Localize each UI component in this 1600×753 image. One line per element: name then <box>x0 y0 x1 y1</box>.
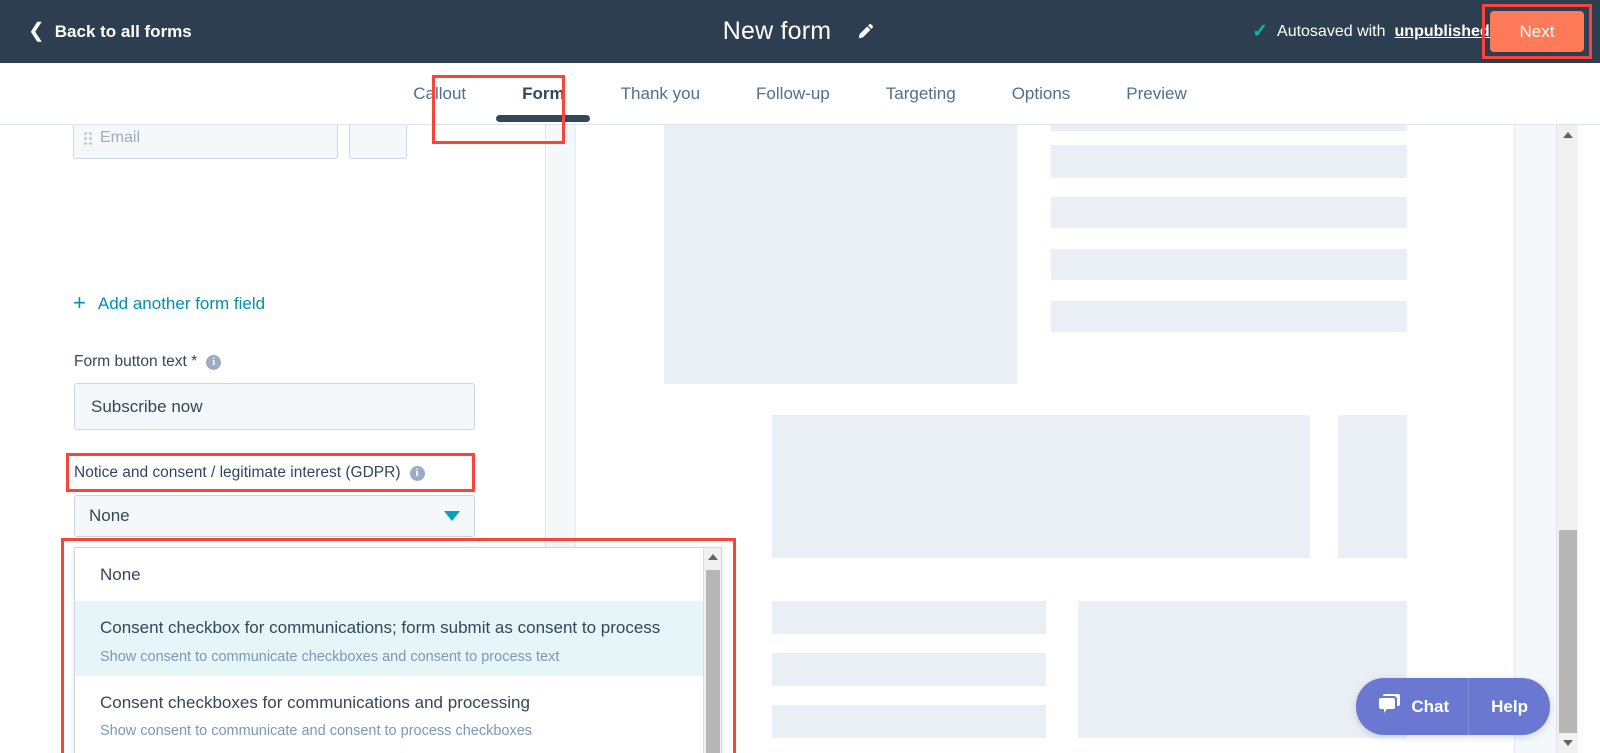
chat-label: Chat <box>1411 696 1450 716</box>
tab-options[interactable]: Options <box>984 63 1099 104</box>
gdpr-label: Notice and consent / legitimate interest… <box>74 464 401 481</box>
tab-thank-you[interactable]: Thank you <box>593 63 728 104</box>
chevron-down-icon <box>444 511 460 521</box>
tab-bar: Callout Form Thank you Follow-up Targeti… <box>0 63 1600 125</box>
info-icon[interactable]: i <box>409 465 425 481</box>
gdpr-select[interactable]: None <box>74 495 475 537</box>
chevron-left-icon: ❮ <box>28 19 45 42</box>
form-editor-panel: Email + Add another form field Form butt… <box>0 125 736 753</box>
window-scrollbar[interactable] <box>1556 125 1578 753</box>
info-icon[interactable]: i <box>206 354 222 370</box>
chat-bubble-icon <box>1378 693 1401 720</box>
add-another-form-field-link[interactable]: + Add another form field <box>73 290 266 315</box>
back-to-all-forms-link[interactable]: ❮ Back to all forms <box>28 19 192 42</box>
skeleton-block <box>664 125 1017 384</box>
tab-targeting[interactable]: Targeting <box>858 63 984 104</box>
add-another-form-field-label: Add another form field <box>97 294 266 313</box>
email-field-label: Email <box>100 129 141 146</box>
dropdown-option-subtitle: Show consent to communicate checkboxes a… <box>100 648 560 665</box>
skeleton-block <box>1051 125 1407 131</box>
field-action-chip[interactable] <box>349 125 407 159</box>
skeleton-block <box>1051 145 1407 178</box>
skeleton-block <box>1051 197 1407 228</box>
scroll-down-arrow-icon[interactable] <box>1557 733 1578 753</box>
autosave-prefix-label: Autosaved with <box>1277 22 1386 40</box>
top-header-bar: ❮ Back to all forms New form ✓ Autosaved… <box>0 0 1600 63</box>
help-label: Help <box>1491 696 1528 716</box>
gdpr-dropdown-list[interactable]: None Consent checkbox for communications… <box>74 547 722 753</box>
pencil-icon[interactable] <box>853 20 877 44</box>
skeleton-block <box>772 653 1046 686</box>
back-to-all-forms-label: Back to all forms <box>54 21 192 41</box>
form-button-text-label: Form button text * <box>74 353 198 370</box>
email-field-chip[interactable]: Email <box>73 125 338 159</box>
check-icon: ✓ <box>1252 21 1269 42</box>
tab-follow-up[interactable]: Follow-up <box>728 63 858 104</box>
drag-handle-icon[interactable] <box>84 131 92 145</box>
form-button-text-label-group: Form button text * i <box>74 353 222 371</box>
skeleton-block <box>772 415 1310 558</box>
dropdown-option-consent-checkboxes-communications-processing[interactable]: Consent checkboxes for communications an… <box>75 676 705 750</box>
page-title: New form <box>722 17 832 45</box>
scroll-up-arrow-icon[interactable] <box>704 548 721 566</box>
tab-preview[interactable]: Preview <box>1098 63 1214 104</box>
chat-widget[interactable]: Chat Help <box>1356 678 1550 735</box>
dropdown-option-subtitle: Show consent to communicate and consent … <box>100 722 533 739</box>
dropdown-option-title: Consent checkboxes for communications an… <box>100 692 530 712</box>
tab-form[interactable]: Form <box>494 63 593 104</box>
window-scrollbar-thumb[interactable] <box>1559 530 1577 735</box>
form-button-text-input[interactable] <box>74 383 475 430</box>
help-button[interactable]: Help <box>1469 678 1550 735</box>
header-right-cluster: ✓ Autosaved with unpublished changes Nex… <box>1252 0 1600 63</box>
body-area: Email + Add another form field Form butt… <box>0 125 1600 753</box>
skeleton-block <box>772 601 1046 634</box>
gdpr-dropdown-options: None Consent checkbox for communications… <box>75 548 705 753</box>
gdpr-select-value: None <box>89 506 130 525</box>
dropdown-scrollbar-thumb[interactable] <box>706 570 720 753</box>
dropdown-option-consent-checkbox-communications[interactable]: Consent checkbox for communications; for… <box>75 601 705 676</box>
dropdown-option-title: None <box>100 565 141 584</box>
skeleton-block <box>1051 301 1407 332</box>
skeleton-block <box>1051 249 1407 280</box>
scroll-up-arrow-icon[interactable] <box>1557 125 1578 145</box>
plus-icon: + <box>73 290 86 315</box>
existing-form-field-row: Email <box>73 125 407 159</box>
dropdown-option-none[interactable]: None <box>75 548 705 601</box>
gdpr-label-group: Notice and consent / legitimate interest… <box>74 464 425 482</box>
skeleton-block <box>772 705 1046 738</box>
next-button-highlight <box>1482 4 1592 59</box>
dropdown-option-title: Consent checkbox for communications; for… <box>100 618 661 638</box>
dropdown-scrollbar[interactable] <box>703 548 721 753</box>
chat-button[interactable]: Chat <box>1356 678 1470 735</box>
skeleton-block <box>1338 415 1407 558</box>
tab-callout[interactable]: Callout <box>385 63 494 104</box>
